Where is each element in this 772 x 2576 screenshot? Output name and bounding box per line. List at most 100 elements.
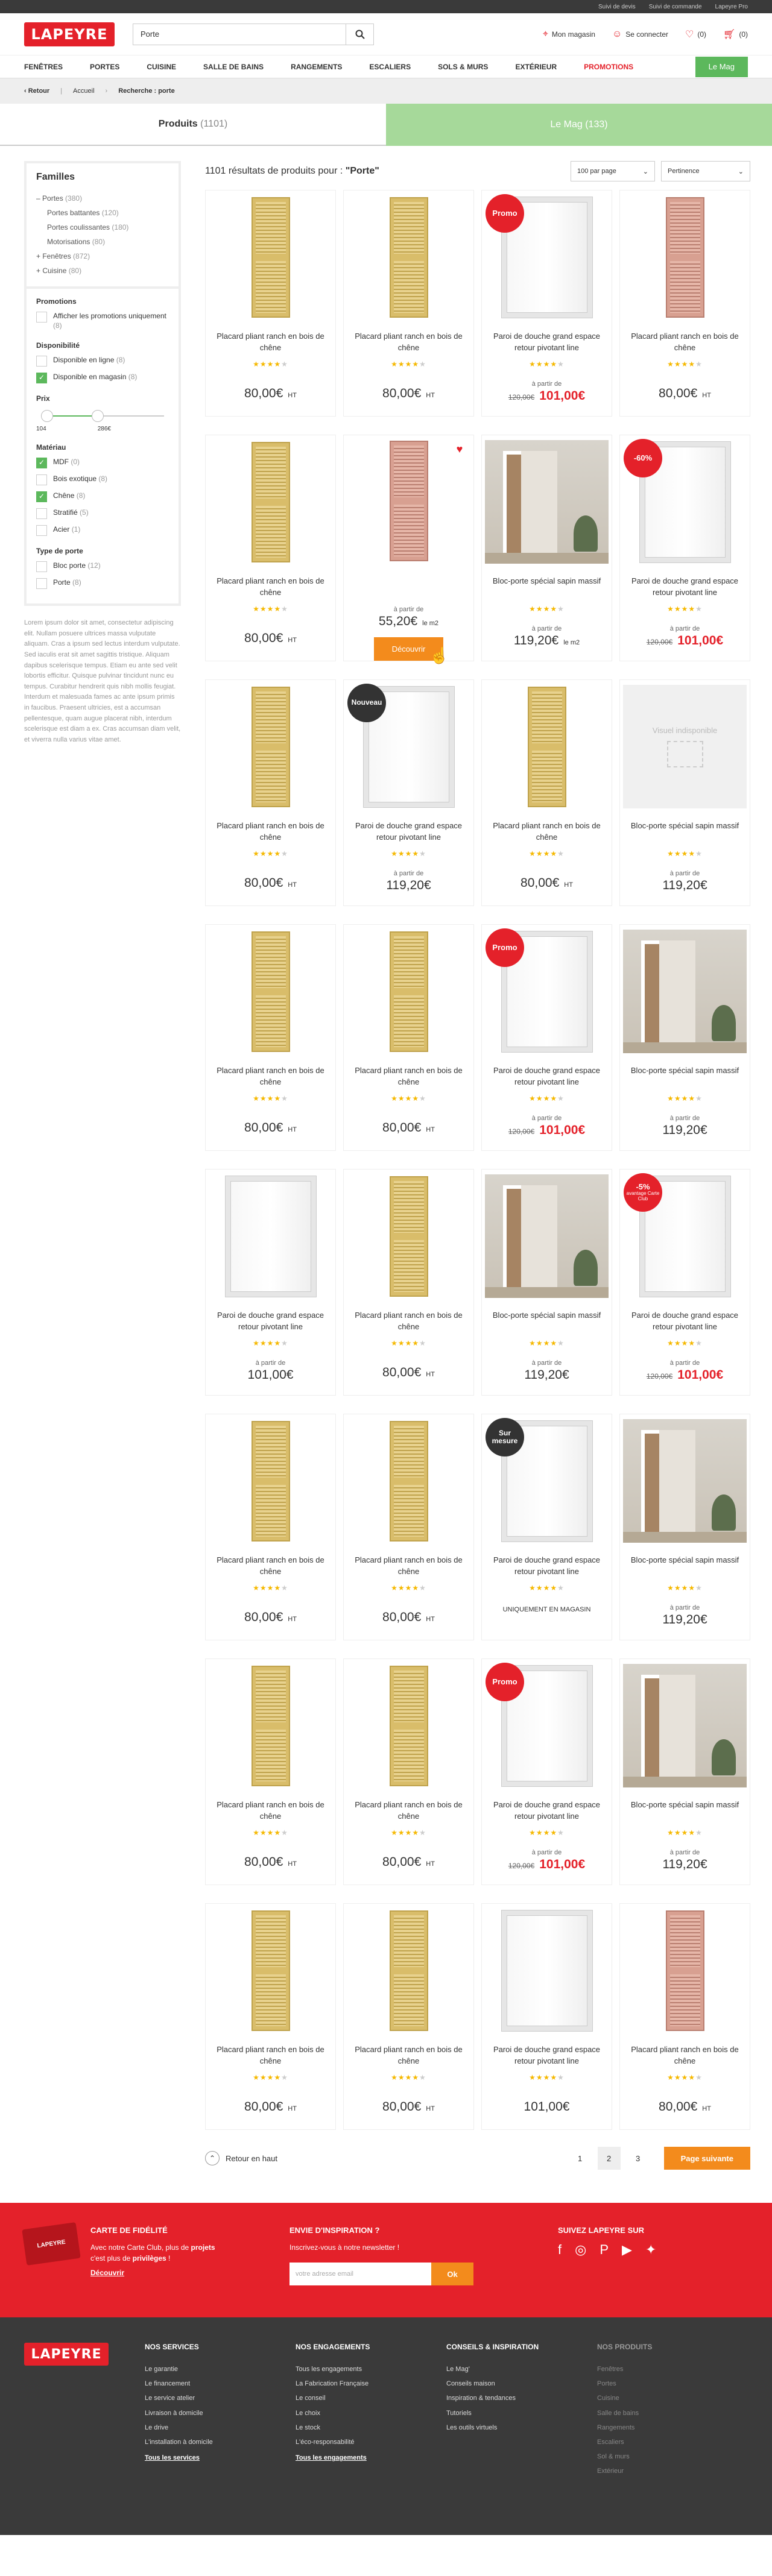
product-name[interactable]: Placard pliant ranch en bois de chêne <box>355 2044 463 2068</box>
product-image[interactable] <box>347 1664 470 1787</box>
tab-le-mag[interactable]: Le Mag (133) <box>386 104 772 146</box>
checkbox-icon[interactable] <box>36 525 47 537</box>
login-link[interactable]: ☺ Se connecter <box>612 29 668 40</box>
breadcrumb-home[interactable]: Accueil <box>73 87 94 95</box>
product-card[interactable]: Promo Paroi de douche grand espace retour… <box>481 1658 612 1885</box>
product-name[interactable]: Placard pliant ranch en bois de chêne <box>355 1310 463 1334</box>
product-image[interactable] <box>209 440 332 564</box>
util-link-commande[interactable]: Suivi de commande <box>649 4 702 10</box>
checkbox-checked-icon[interactable]: ✓ <box>36 373 47 384</box>
footer-all-link[interactable]: Tous les engagements <box>296 2454 446 2461</box>
checkbox-icon[interactable] <box>36 356 47 367</box>
filter-option[interactable]: Acier (1) <box>36 525 169 537</box>
filter-option[interactable]: Afficher les promotions uniquement (8) <box>36 312 169 330</box>
product-image[interactable] <box>209 930 332 1053</box>
family-item[interactable]: Portes coulissantes (180) <box>36 220 169 235</box>
store-link[interactable]: ⌖ Mon magasin <box>543 29 595 40</box>
nav-escaliers[interactable]: ESCALIERS <box>369 63 411 71</box>
product-card[interactable]: Promo Paroi de douche grand espace retour… <box>481 924 612 1151</box>
product-name[interactable]: Placard pliant ranch en bois de chêne <box>217 820 325 845</box>
footer-link[interactable]: Sol & murs <box>597 2449 748 2464</box>
checkbox-icon[interactable] <box>36 312 47 323</box>
product-card[interactable]: Placard pliant ranch en bois de chêne ★★★… <box>343 1903 474 2130</box>
product-image[interactable] <box>209 1909 332 2032</box>
price-max-handle[interactable] <box>92 410 104 423</box>
product-name[interactable]: Paroi de douche grand espace retour pivo… <box>493 331 601 355</box>
product-name[interactable]: Placard pliant ranch en bois de chêne <box>217 1800 325 1824</box>
product-image[interactable] <box>347 1174 470 1298</box>
nav-le-mag-button[interactable]: Le Mag <box>695 56 748 77</box>
footer-link[interactable]: Tutoriels <box>446 2406 597 2420</box>
family-item[interactable]: Motorisations (80) <box>36 235 169 249</box>
product-card[interactable]: Placard pliant ranch en bois de chêne ★★★… <box>205 435 336 661</box>
product-card[interactable]: Placard pliant ranch en bois de chêne ★★★… <box>205 924 336 1151</box>
product-name[interactable]: Placard pliant ranch en bois de chêne <box>631 331 739 355</box>
page-1-button[interactable]: 1 <box>569 2147 592 2170</box>
product-name[interactable]: Paroi de douche grand espace retour pivo… <box>493 1555 601 1579</box>
footer-logo[interactable]: LAPEYRE <box>24 2343 109 2366</box>
checkbox-checked-icon[interactable]: ✓ <box>36 458 47 469</box>
filter-option[interactable]: ✓ MDF (0) <box>36 458 169 469</box>
product-card[interactable]: Placard pliant ranch en bois de chêne ★★★… <box>343 1414 474 1640</box>
product-card[interactable]: Placard pliant ranch en bois de chêne ★★★… <box>343 1169 474 1396</box>
back-to-top-link[interactable]: ⌃ Retour en haut <box>205 2151 277 2165</box>
footer-link[interactable]: Le service atelier <box>145 2391 296 2405</box>
checkbox-icon[interactable] <box>36 508 47 520</box>
footer-all-link[interactable]: Tous les services <box>145 2454 296 2461</box>
lapeyre-logo[interactable]: LAPEYRE <box>24 22 115 46</box>
footer-link[interactable]: La Fabrication Française <box>296 2376 446 2391</box>
product-card[interactable]: Placard pliant ranch en bois de chêne ★★★… <box>343 1658 474 1885</box>
product-name[interactable]: Paroi de douche grand espace retour pivo… <box>217 1310 325 1334</box>
product-name[interactable]: Placard pliant ranch en bois de chêne <box>355 1065 463 1089</box>
nav-promotions[interactable]: PROMOTIONS <box>584 63 633 71</box>
nav-rangements[interactable]: RANGEMENTS <box>291 63 342 71</box>
product-card[interactable]: Placard pliant ranch en bois de chêne ★★★… <box>481 679 612 906</box>
product-name[interactable]: Bloc-porte spécial sapin massif <box>631 820 739 845</box>
nav-fenetres[interactable]: FENÊTRES <box>24 63 63 71</box>
product-card[interactable]: Paroi de douche grand espace retour pivo… <box>481 1903 612 2130</box>
nav-salle-de-bains[interactable]: SALLE DE BAINS <box>203 63 264 71</box>
product-card[interactable]: ♥ à partir de 55,20€ le m2 Découvrir ☝ <box>343 435 474 664</box>
checkbox-icon[interactable] <box>36 561 47 573</box>
product-card[interactable]: Bloc-porte spécial sapin massif ★★★★★ à pa… <box>619 1658 750 1885</box>
product-name[interactable]: Placard pliant ranch en bois de chêne <box>355 1555 463 1579</box>
product-name[interactable]: Placard pliant ranch en bois de chêne <box>355 331 463 355</box>
checkbox-icon[interactable] <box>36 474 47 486</box>
product-card[interactable]: Placard pliant ranch en bois de chêne ★★★… <box>205 1414 336 1640</box>
newsletter-submit-button[interactable]: Ok <box>431 2263 473 2285</box>
product-image[interactable] <box>485 1909 609 2032</box>
next-page-button[interactable]: Page suivante <box>663 2147 750 2170</box>
product-name[interactable]: Placard pliant ranch en bois de chêne <box>493 820 601 845</box>
cart-link[interactable]: 🛒︎ (0) <box>723 28 748 40</box>
product-name[interactable]: Placard pliant ranch en bois de chêne <box>217 1555 325 1579</box>
product-card[interactable]: Placard pliant ranch en bois de chêne ★★★… <box>205 1658 336 1885</box>
tab-produits[interactable]: Produits (1101) <box>0 104 386 146</box>
product-name[interactable]: Paroi de douche grand espace retour pivo… <box>493 2044 601 2068</box>
product-card[interactable]: Placard pliant ranch en bois de chêne ★★★… <box>205 1903 336 2130</box>
filter-option[interactable]: Stratifié (5) <box>36 508 169 520</box>
filter-option[interactable]: ✓ Chêne (8) <box>36 491 169 503</box>
product-image[interactable] <box>209 1664 332 1787</box>
product-card[interactable]: Promo Paroi de douche grand espace retour… <box>481 190 612 417</box>
product-image[interactable] <box>623 930 747 1053</box>
checkbox-checked-icon[interactable]: ✓ <box>36 491 47 503</box>
filter-option[interactable]: Bloc porte (12) <box>36 561 169 573</box>
product-image[interactable] <box>209 1419 332 1543</box>
footer-link[interactable]: Inspiration & tendances <box>446 2391 597 2405</box>
footer-link[interactable]: Livraison à domicile <box>145 2406 296 2420</box>
product-card[interactable]: Sur mesure Paroi de douche grand espace r… <box>481 1414 612 1640</box>
breadcrumb-back[interactable]: ‹ Retour <box>24 87 49 95</box>
product-card[interactable]: Visuel indisponible Bloc-porte spécial sa… <box>619 679 750 906</box>
filter-option[interactable]: Porte (8) <box>36 578 169 590</box>
product-image[interactable] <box>209 685 332 808</box>
family-item[interactable]: + Fenêtres (872) <box>36 249 169 263</box>
family-item[interactable]: Portes battantes (120) <box>36 206 169 220</box>
footer-link[interactable]: Le drive <box>145 2420 296 2435</box>
product-image[interactable] <box>623 1664 747 1787</box>
product-image[interactable] <box>623 1419 747 1543</box>
page-3-button[interactable]: 3 <box>627 2147 650 2170</box>
product-image[interactable] <box>485 685 609 808</box>
product-card[interactable]: Bloc-porte spécial sapin massif ★★★★★ à pa… <box>619 1414 750 1640</box>
loyalty-discover-link[interactable]: Découvrir <box>90 2269 215 2277</box>
product-name[interactable]: Bloc-porte spécial sapin massif <box>631 1555 739 1579</box>
